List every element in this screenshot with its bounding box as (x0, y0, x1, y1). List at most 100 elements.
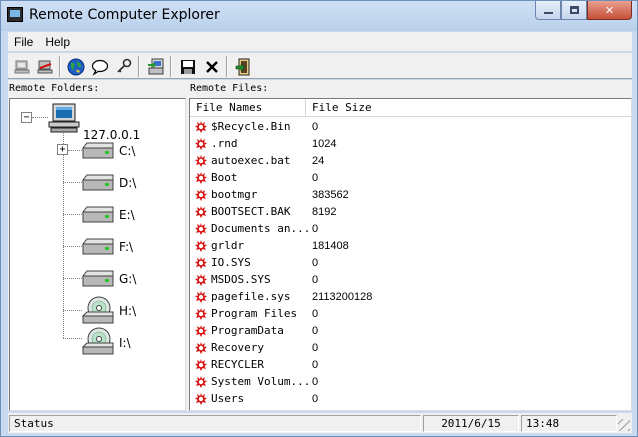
file-name: pagefile.sys (211, 290, 291, 303)
file-name: $Recycle.Bin (211, 120, 291, 133)
disconnect-button[interactable] (34, 56, 55, 77)
file-row[interactable]: RECYCLER 0 (190, 356, 631, 373)
connect-button[interactable] (11, 56, 32, 77)
file-row[interactable]: bootmgr 383562 (190, 186, 631, 203)
file-size: 0 (312, 222, 319, 235)
file-name: .rnd (211, 137, 238, 150)
file-size: 2113200128 (312, 290, 373, 303)
file-row[interactable]: MSDOS.SYS 0 (190, 271, 631, 288)
cd-drive-icon (82, 296, 114, 324)
file-name: autoexec.bat (211, 154, 291, 167)
remote-files-list[interactable]: File Names File Size $Recycle.Bin 0 .rnd 10… (189, 98, 632, 411)
window-title: Remote Computer Explorer (29, 7, 220, 23)
file-row[interactable]: grldr 181408 (190, 237, 631, 254)
file-name: System Volum... (211, 375, 311, 388)
exit-button[interactable] (233, 56, 254, 77)
file-row[interactable]: Boot 0 (190, 169, 631, 186)
file-size: 0 (312, 341, 319, 354)
menu-file[interactable]: File (8, 35, 39, 49)
tree-drive-label[interactable]: C:\ (119, 144, 135, 158)
status-bar: Status 2011/6/15 13:48 (8, 413, 632, 433)
delete-icon (205, 60, 218, 73)
minimize-icon (543, 12, 553, 14)
main-window: Remote Computer Explorer ✕ File Help Rem… (0, 0, 638, 437)
red-file-icon (195, 239, 207, 252)
remote-desktop-button[interactable] (145, 56, 166, 77)
file-name: MSDOS.SYS (211, 273, 271, 286)
tree-root-label[interactable]: 127.0.0.1 (83, 128, 140, 142)
file-row[interactable]: BOOTSECT.BAK 8192 (190, 203, 631, 220)
password-button[interactable] (113, 56, 134, 77)
tree-connector (63, 182, 82, 183)
maximize-icon (569, 6, 579, 14)
title-bar[interactable]: Remote Computer Explorer ✕ (1, 1, 637, 31)
delete-button[interactable] (201, 56, 222, 77)
status-text: Status (9, 415, 421, 432)
file-size: 0 (312, 171, 319, 184)
red-file-icon (195, 290, 207, 303)
file-row[interactable]: autoexec.bat 24 (190, 152, 631, 169)
exit-icon (235, 58, 249, 75)
file-row[interactable]: Program Files 0 (190, 305, 631, 322)
tree-expand-toggle[interactable]: + (57, 144, 68, 155)
tree-connector (63, 214, 82, 215)
file-size: 0 (312, 256, 319, 269)
tree-drive-label[interactable]: H:\ (119, 304, 136, 318)
tree-drive-label[interactable]: E:\ (119, 208, 135, 222)
resize-grip-icon[interactable] (618, 419, 630, 431)
tree-drive-label[interactable]: G:\ (119, 272, 136, 286)
red-file-icon (195, 307, 207, 320)
file-row[interactable]: System Volum... 0 (190, 373, 631, 390)
minimize-button[interactable] (535, 1, 561, 20)
hard-drive-icon (82, 142, 114, 159)
disconnect-icon (37, 60, 52, 73)
red-file-icon (195, 273, 207, 286)
close-button[interactable]: ✕ (587, 1, 632, 20)
list-header: File Names File Size (190, 99, 631, 117)
file-row[interactable]: Users 0 (190, 390, 631, 407)
remote-folders-tree[interactable]: − 127.0.0.1 + C:\ D:\ E:\ F:\ G:\ H:\ I:… (9, 98, 186, 411)
disconnected-computer-icon (14, 60, 29, 73)
file-size: 181408 (312, 239, 349, 252)
file-size: 1024 (312, 137, 337, 150)
hard-drive-icon (82, 238, 114, 255)
tree-connector (32, 117, 48, 118)
file-size: 8192 (312, 205, 337, 218)
file-row[interactable]: IO.SYS 0 (190, 254, 631, 271)
red-file-icon (195, 392, 207, 405)
column-header-file-names[interactable]: File Names (190, 99, 306, 117)
file-row[interactable]: ProgramData 0 (190, 322, 631, 339)
remote-files-label: Remote Files: (190, 83, 269, 94)
hard-drive-icon (82, 174, 114, 191)
save-button[interactable] (177, 56, 198, 77)
column-header-file-size[interactable]: File Size (306, 99, 631, 117)
file-size: 0 (312, 358, 319, 371)
file-name: ProgramData (211, 324, 284, 337)
red-file-icon (195, 222, 207, 235)
file-name: Boot (211, 171, 238, 184)
red-file-icon (195, 137, 207, 150)
file-name: bootmgr (211, 188, 258, 201)
tree-drive-label[interactable]: F:\ (119, 240, 133, 254)
tree-connector (63, 278, 82, 279)
file-size: 24 (312, 154, 325, 167)
red-file-icon (195, 375, 207, 388)
toolbar (8, 52, 632, 79)
tree-collapse-toggle[interactable]: − (21, 112, 32, 123)
network-button[interactable] (65, 56, 86, 77)
key-icon (116, 58, 131, 73)
file-row[interactable]: $Recycle.Bin 0 (190, 118, 631, 135)
file-row[interactable]: .rnd 1024 (190, 135, 631, 152)
file-row[interactable]: Documents an... 0 (190, 220, 631, 237)
menu-help[interactable]: Help (39, 35, 76, 49)
maximize-button[interactable] (561, 1, 587, 20)
tree-connector (68, 150, 82, 151)
tree-drive-label[interactable]: I:\ (119, 336, 131, 350)
caption-buttons: ✕ (535, 1, 632, 20)
tree-drive-label[interactable]: D:\ (119, 176, 136, 190)
chat-button[interactable] (89, 56, 110, 77)
file-row[interactable]: pagefile.sys 2113200128 (190, 288, 631, 305)
file-name: RECYCLER (211, 358, 264, 371)
computer-icon (48, 103, 80, 133)
file-row[interactable]: Recovery 0 (190, 339, 631, 356)
